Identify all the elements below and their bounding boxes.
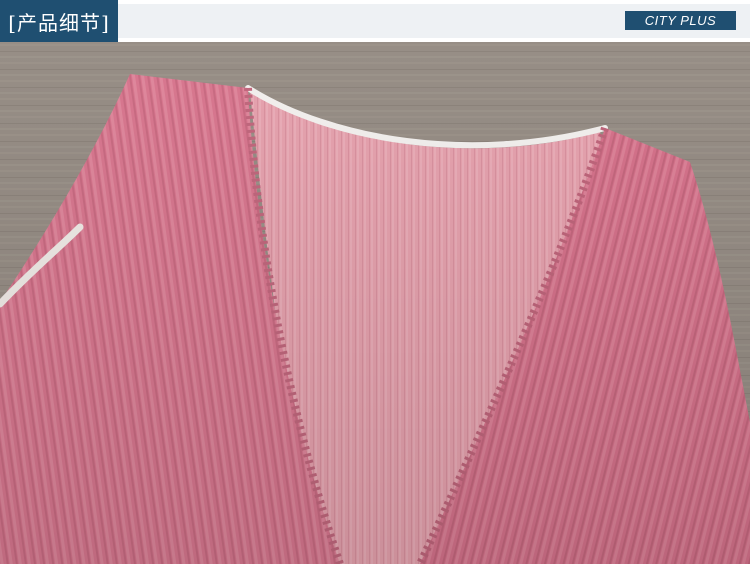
brand-badge: CITY PLUS [625, 11, 736, 30]
product-detail-photo [0, 42, 750, 564]
header-bar: [产品细节] CITY PLUS [0, 0, 750, 42]
section-title: [产品细节] [8, 10, 110, 35]
section-title-badge: [产品细节] [0, 0, 118, 42]
brand-label: CITY PLUS [644, 13, 717, 28]
